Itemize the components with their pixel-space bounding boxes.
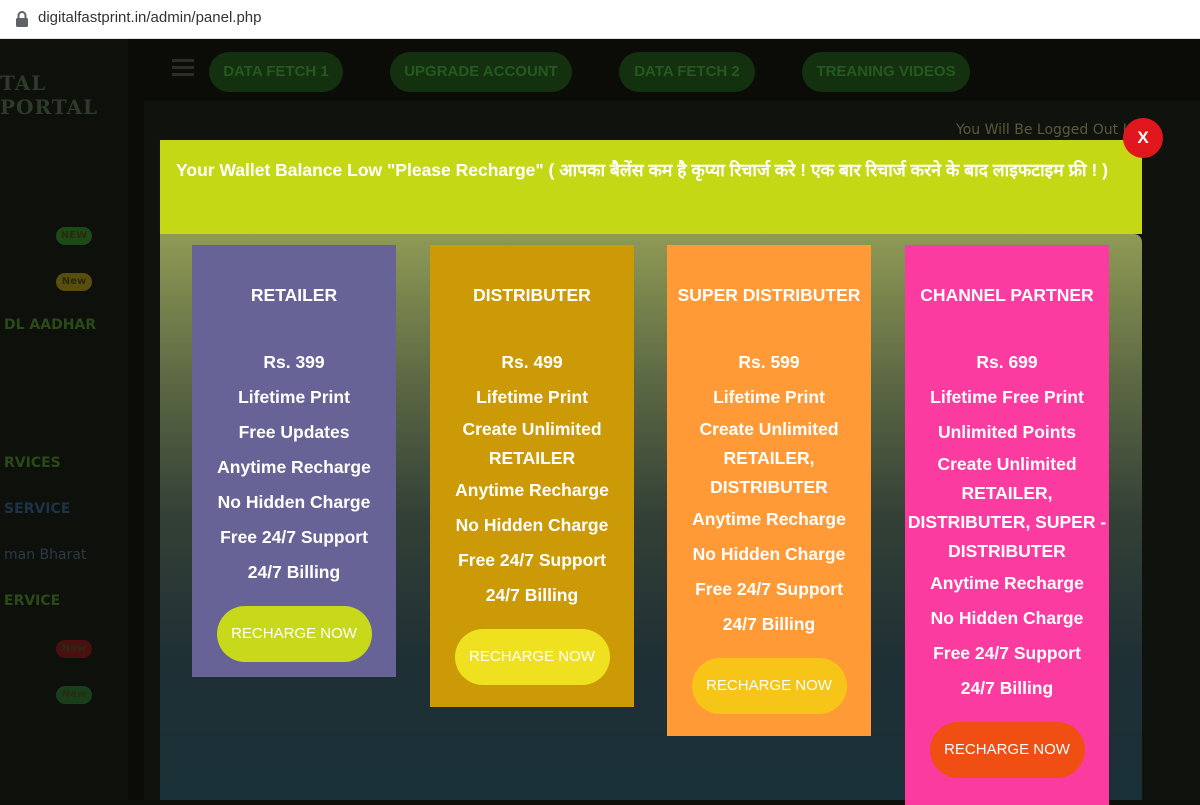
- plan-feature: Create Unlimited RETAILER, DISTRIBUTER: [699, 419, 839, 497]
- sidebar-item-ayushman[interactable]: man Bharat: [4, 547, 86, 563]
- data-fetch-1-button[interactable]: DATA FETCH 1: [209, 52, 343, 92]
- plan-feature: Free 24/7 Support: [458, 550, 606, 570]
- lock-icon: [16, 11, 28, 27]
- plan-title: RETAILER: [250, 285, 338, 305]
- plan-price: Rs. 599: [738, 352, 800, 372]
- brand-logo-text: TAL PORTAL: [0, 71, 99, 119]
- plan-feature: Lifetime Print: [713, 387, 825, 407]
- new-badge: New: [56, 640, 92, 658]
- plan-feature: No Hidden Charge: [455, 515, 609, 535]
- plan-feature: 24/7 Billing: [960, 678, 1054, 698]
- plan-price: Rs. 499: [501, 352, 563, 372]
- plan-feature: No Hidden Charge: [692, 544, 846, 564]
- plans-container: RETAILER Rs. 399 Lifetime Print Free Upd…: [160, 234, 1142, 805]
- sidebar-item-aadhar[interactable]: DL AADHAR: [4, 317, 96, 333]
- wallet-low-message: Your Wallet Balance Low "Please Recharge…: [176, 160, 1108, 180]
- url-text[interactable]: digitalfastprint.in/admin/panel.php: [38, 9, 261, 26]
- plan-feature: Lifetime Print: [476, 387, 588, 407]
- plan-feature: 24/7 Billing: [722, 614, 816, 634]
- plan-feature: Create Unlimited RETAILER: [462, 419, 602, 468]
- data-fetch-2-button[interactable]: DATA FETCH 2: [619, 52, 755, 92]
- recharge-now-button[interactable]: RECHARGE NOW: [691, 658, 847, 714]
- plan-price: Rs. 699: [976, 352, 1038, 372]
- sidebar-item-service[interactable]: SERVICE: [4, 501, 70, 517]
- plan-card-channel-partner: CHANNEL PARTNER Rs. 699 Lifetime Free Pr…: [905, 245, 1109, 805]
- recharge-now-button[interactable]: RECHARGE NOW: [216, 606, 372, 662]
- logout-timer-text: You Will Be Logged Out In: [956, 122, 1136, 138]
- plan-feature: Anytime Recharge: [455, 480, 609, 500]
- browser-address-bar[interactable]: digitalfastprint.in/admin/panel.php: [0, 0, 1200, 39]
- training-videos-button[interactable]: TREANING VIDEOS: [802, 52, 970, 92]
- sidebar-item-eservice[interactable]: ERVICE: [4, 593, 60, 609]
- new-badge: New: [56, 686, 92, 704]
- plan-feature: Anytime Recharge: [930, 573, 1084, 593]
- plan-feature: Anytime Recharge: [692, 509, 846, 529]
- plan-feature: Lifetime Free Print: [930, 387, 1084, 407]
- plan-title: DISTRIBUTER: [473, 285, 591, 305]
- plan-card-distributer: DISTRIBUTER Rs. 499 Lifetime Print Creat…: [430, 245, 634, 707]
- plan-title: SUPER DISTRIBUTER: [677, 285, 861, 305]
- plan-feature: Anytime Recharge: [217, 457, 371, 477]
- plan-feature: Free 24/7 Support: [220, 527, 368, 547]
- plan-feature: Free 24/7 Support: [695, 579, 843, 599]
- sidebar-item-services[interactable]: RVICES: [4, 455, 61, 471]
- plan-feature: No Hidden Charge: [930, 608, 1084, 628]
- plan-feature: Create Unlimited RETAILER, DISTRIBUTER, …: [907, 454, 1107, 561]
- upgrade-account-button[interactable]: UPGRADE ACCOUNT: [390, 52, 572, 92]
- recharge-now-button[interactable]: RECHARGE NOW: [929, 722, 1085, 778]
- recharge-now-button[interactable]: RECHARGE NOW: [454, 629, 610, 685]
- plan-feature: Free 24/7 Support: [933, 643, 1081, 663]
- plan-feature: 24/7 Billing: [247, 562, 341, 582]
- plan-feature: 24/7 Billing: [485, 585, 579, 605]
- close-modal-button[interactable]: X: [1123, 118, 1163, 158]
- sidebar: TAL PORTAL NEW New DL AADHAR RVICES SERV…: [0, 39, 128, 800]
- new-badge: NEW: [56, 227, 92, 245]
- plan-feature: Free Updates: [238, 422, 350, 442]
- plan-feature: No Hidden Charge: [217, 492, 371, 512]
- wallet-low-notice: Your Wallet Balance Low "Please Recharge…: [160, 140, 1142, 234]
- plan-card-super-distributer: SUPER DISTRIBUTER Rs. 599 Lifetime Print…: [667, 245, 871, 736]
- plan-card-retailer: RETAILER Rs. 399 Lifetime Print Free Upd…: [192, 245, 396, 677]
- plan-price: Rs. 399: [263, 352, 325, 372]
- new-badge: New: [56, 273, 92, 291]
- menu-icon[interactable]: [172, 59, 194, 77]
- plan-title: CHANNEL PARTNER: [920, 285, 1094, 305]
- plan-feature: Lifetime Print: [238, 387, 350, 407]
- plan-feature: Unlimited Points: [937, 422, 1077, 442]
